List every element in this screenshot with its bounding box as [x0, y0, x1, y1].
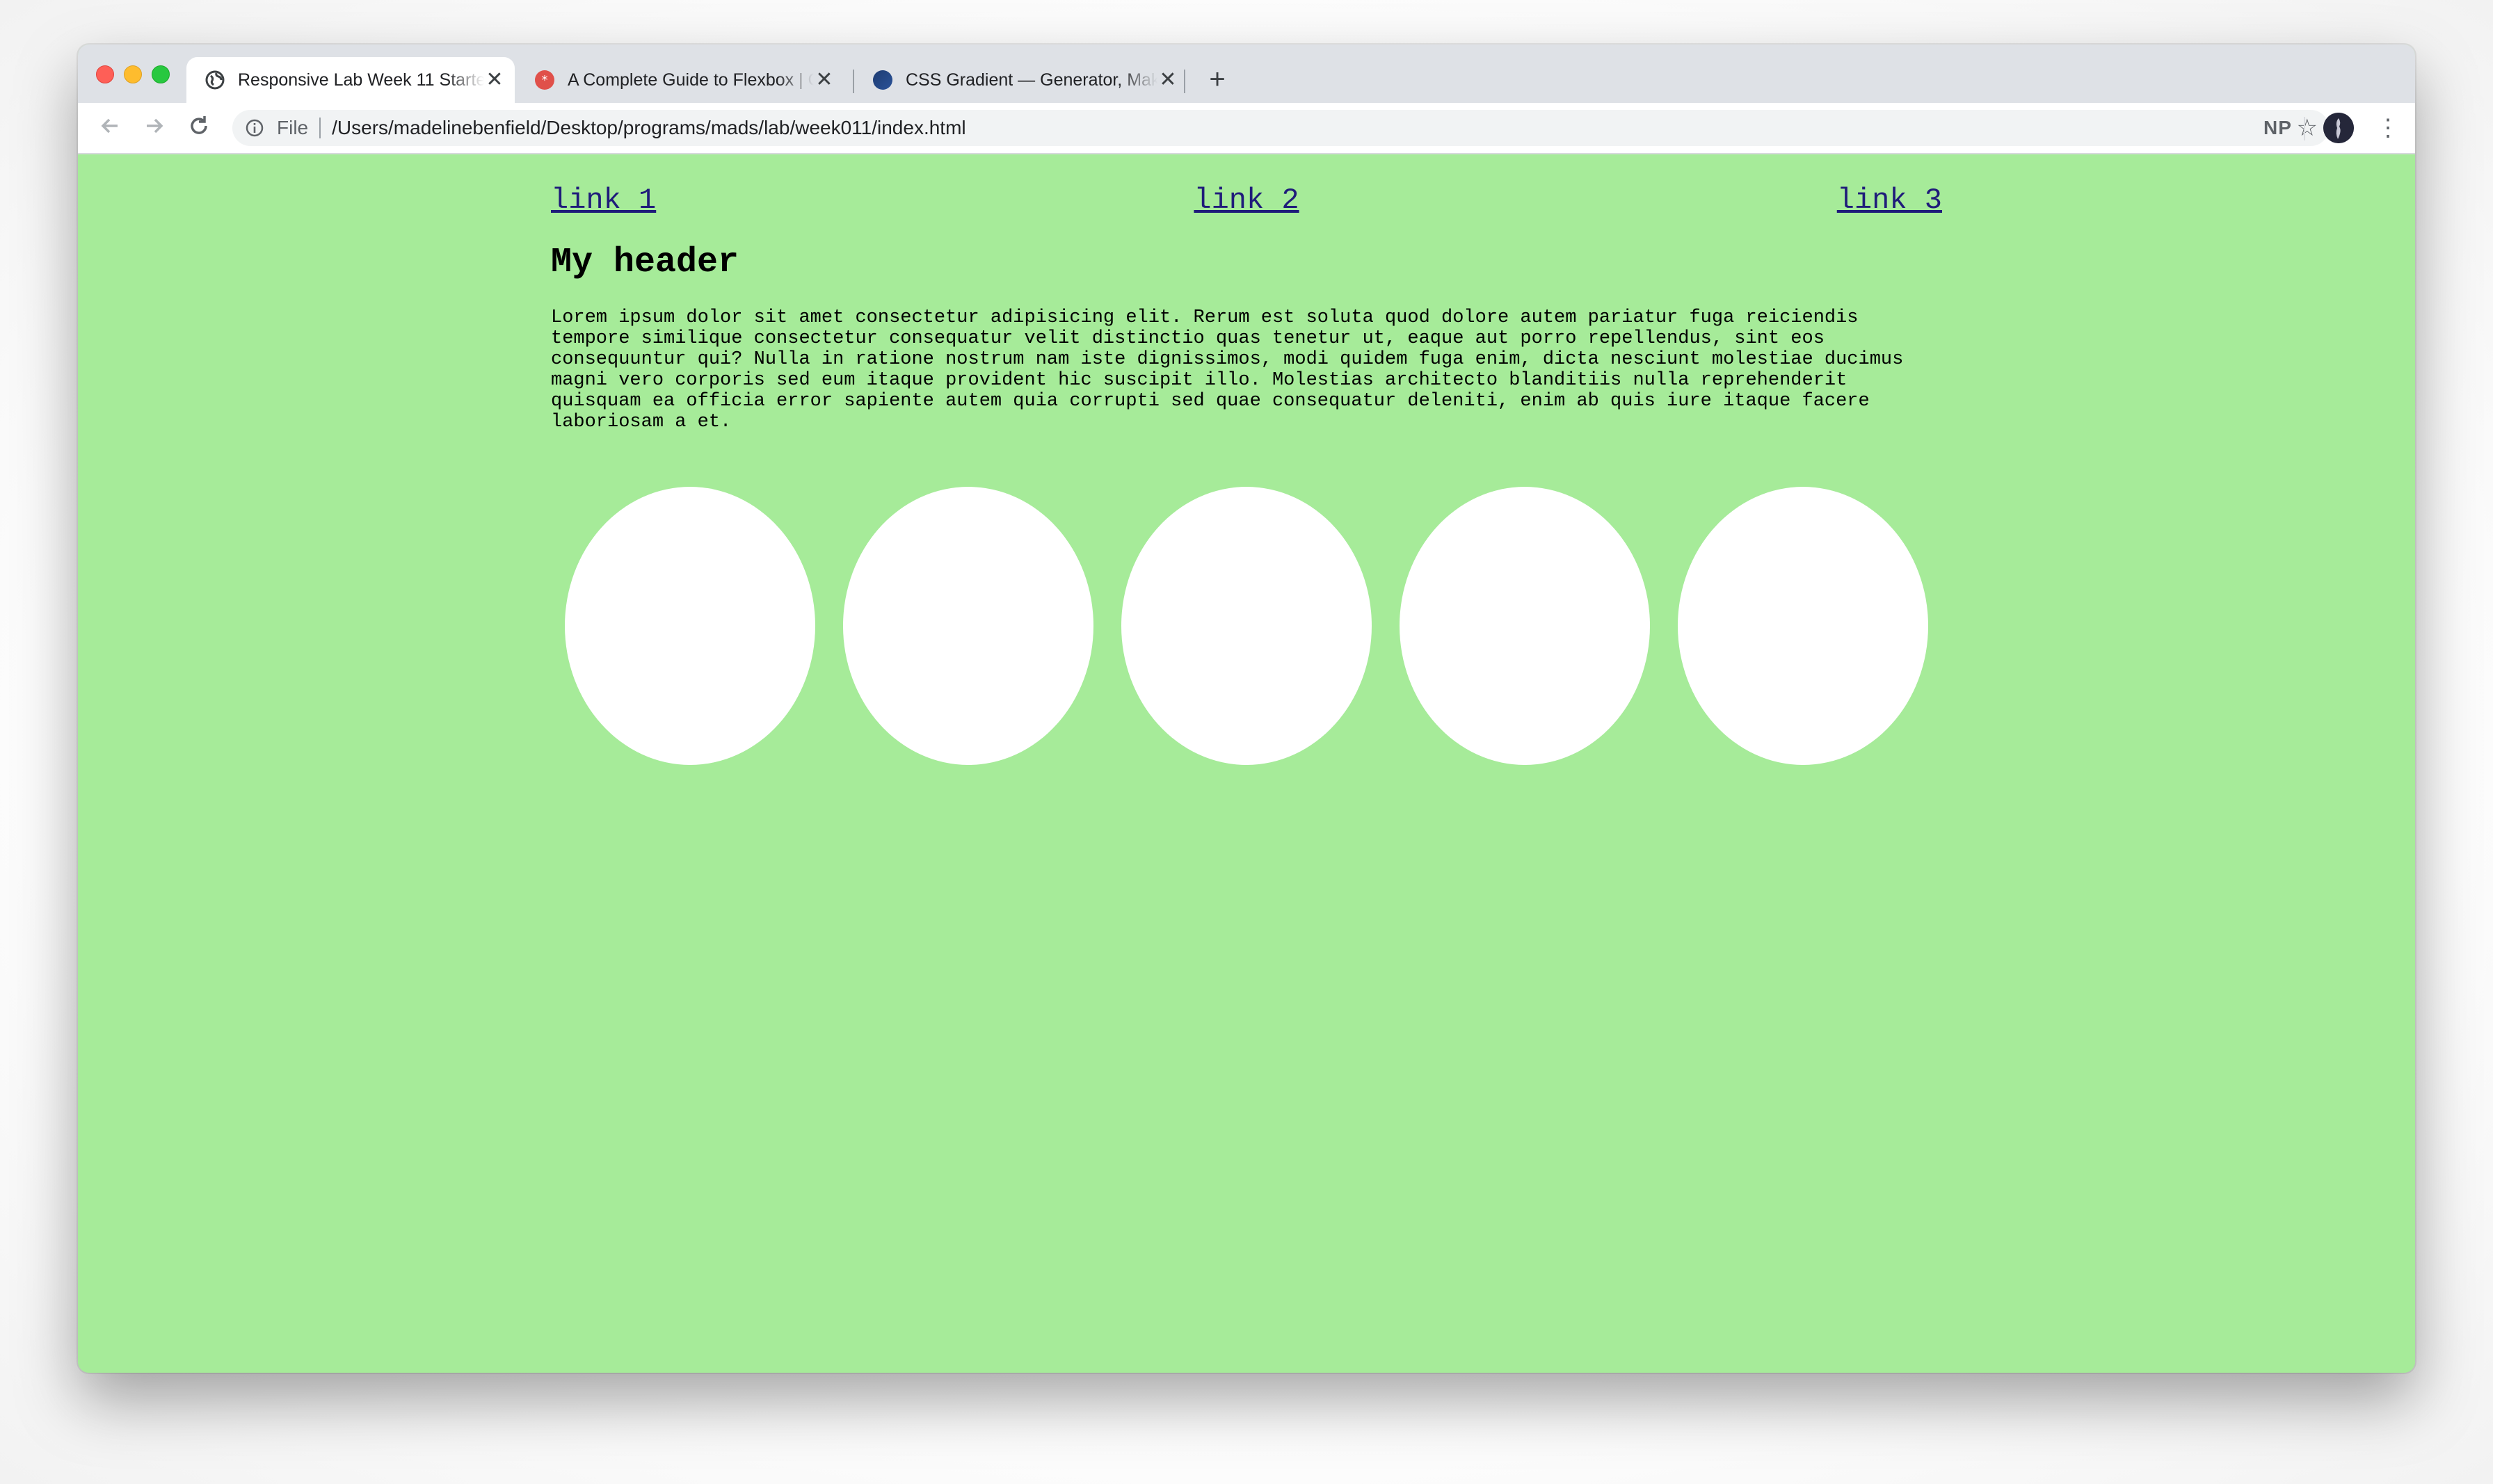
- browser-window: Responsive Lab Week 11 Starter ✕ * A Com…: [78, 45, 2415, 1373]
- tab-strip: Responsive Lab Week 11 Starter ✕ * A Com…: [78, 45, 2415, 103]
- url-text[interactable]: /Users/madelinebenfield/Desktop/programs…: [332, 117, 966, 139]
- circle-item: [843, 487, 1093, 765]
- page-title: My header: [551, 243, 739, 282]
- circle-item: [565, 487, 815, 765]
- info-icon[interactable]: [245, 118, 264, 138]
- minimize-window-button[interactable]: [124, 65, 142, 83]
- close-window-button[interactable]: [96, 65, 114, 83]
- tab-title: Responsive Lab Week 11 Starter: [238, 70, 484, 90]
- css-gradient-icon: [872, 70, 893, 90]
- svg-text:*: *: [542, 73, 548, 88]
- address-separator: [319, 118, 321, 138]
- file-scheme-label: File: [277, 117, 309, 138]
- tab-css-gradient[interactable]: CSS Gradient — Generator, Maker, and Bac…: [854, 57, 1188, 103]
- nav-link-3[interactable]: link 3: [1837, 184, 1942, 227]
- extension-np-button[interactable]: NP: [2263, 117, 2292, 139]
- menu-kebab-icon[interactable]: ⋮: [2376, 113, 2400, 143]
- circle-item: [1678, 487, 1928, 765]
- tab-flexbox-guide[interactable]: * A Complete Guide to Flexbox | CSS-Tric…: [516, 57, 844, 103]
- forward-button[interactable]: [141, 114, 168, 142]
- new-tab-button[interactable]: +: [1202, 65, 1233, 96]
- address-bar[interactable]: File /Users/madelinebenfield/Desktop/pro…: [232, 110, 2329, 146]
- nav-link-1[interactable]: link 1: [551, 184, 656, 227]
- body-paragraph: Lorem ipsum dolor sit amet consectetur a…: [551, 307, 1904, 433]
- back-arrow-icon: [101, 118, 118, 134]
- page-container: link 1 link 2 link 3 My header Lorem ips…: [551, 154, 1942, 765]
- tab-close-icon[interactable]: ✕: [1157, 70, 1178, 90]
- circle-item: [1121, 487, 1372, 765]
- tab-responsive-lab[interactable]: Responsive Lab Week 11 Starter ✕: [186, 57, 515, 103]
- avatar-icon: [2323, 113, 2354, 143]
- tab-close-icon[interactable]: ✕: [484, 70, 505, 90]
- circle-item: [1400, 487, 1650, 765]
- page-viewport: link 1 link 2 link 3 My header Lorem ips…: [78, 154, 2415, 1373]
- toolbar-separator: [2304, 117, 2305, 140]
- nav-link-2[interactable]: link 2: [1194, 184, 1299, 227]
- circle-row: [551, 487, 1942, 765]
- css-tricks-icon: *: [534, 70, 555, 90]
- reload-button[interactable]: [185, 114, 213, 142]
- tab-separator: [1184, 70, 1185, 93]
- nav-links: link 1 link 2 link 3: [551, 154, 1942, 227]
- reload-icon: [191, 116, 207, 134]
- tab-close-icon[interactable]: ✕: [814, 70, 835, 90]
- globe-icon: [205, 70, 225, 90]
- back-button[interactable]: [96, 114, 124, 142]
- browser-toolbar: File /Users/madelinebenfield/Desktop/pro…: [78, 103, 2415, 154]
- tab-title: CSS Gradient — Generator, Maker, and Bac…: [906, 70, 1157, 90]
- tab-title: A Complete Guide to Flexbox | CSS-Tricks: [568, 70, 814, 90]
- profile-avatar[interactable]: [2323, 113, 2354, 143]
- forward-arrow-icon: [147, 118, 163, 134]
- bookmark-star-icon[interactable]: ☆: [2297, 116, 2318, 140]
- maximize-window-button[interactable]: [152, 65, 170, 83]
